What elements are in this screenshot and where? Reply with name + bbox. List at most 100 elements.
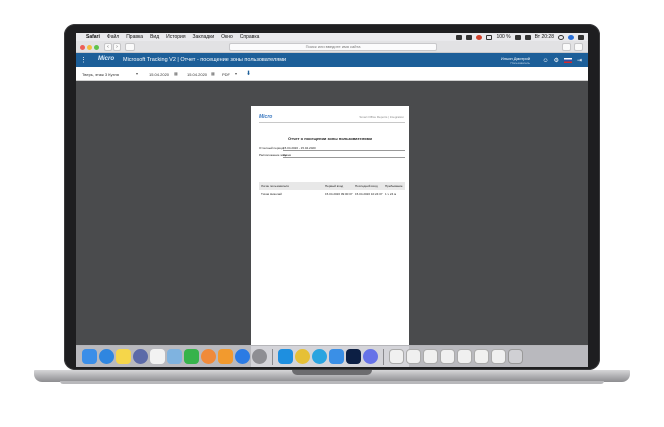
window-icon[interactable] [389,349,404,364]
user-role: Пользователь [510,61,530,65]
menubar-clock[interactable]: Вт 20:28 [535,34,554,40]
sidebar-toggle-button[interactable] [125,43,135,51]
input-source-icon[interactable] [524,34,531,40]
settings-icon[interactable] [252,349,267,364]
trash-icon[interactable] [508,349,523,364]
menu-bookmarks[interactable]: Закладки [193,34,215,40]
address-bar[interactable]: Поиск или введите имя сайта [229,43,437,51]
report-tag: Smart Office Reports | Integration [359,115,404,119]
laptop-notch [292,370,372,375]
tabs-button[interactable] [574,43,583,51]
photos-icon[interactable] [201,349,216,364]
window-icon[interactable] [491,349,506,364]
photoshop-icon[interactable] [346,349,361,364]
zone-select[interactable]: Тверь, этаж 3 Кухня [82,72,119,77]
format-select[interactable]: PDF [222,72,230,77]
calendar-icon[interactable] [150,349,165,364]
pages-icon[interactable] [218,349,233,364]
language-flag-icon[interactable] [563,58,572,63]
siri-icon[interactable] [568,34,574,40]
safari-icon[interactable] [99,349,114,364]
window-icon[interactable] [423,349,438,364]
facetime-icon[interactable] [184,349,199,364]
laptop: Safari Файл Правка Вид История Закладки … [0,0,664,427]
avatar[interactable]: ☺ [542,58,548,64]
screen: Safari Файл Правка Вид История Закладки … [76,33,588,367]
battery-percent: 100 % [496,34,511,40]
back-button[interactable]: ‹ [104,43,112,51]
menu-history[interactable]: История [166,34,185,40]
column-header: Первый вход [325,184,344,188]
header-actions: ☺ ⚙ ⇥ [542,57,582,65]
notification-center-icon[interactable] [578,34,584,40]
column-header: Логин пользователя [261,184,289,188]
menu-edit[interactable]: Правка [126,34,143,40]
cell-last-entry: 15.04.2020 10:24:07 [355,192,383,196]
status-icon[interactable] [456,34,463,40]
report-table: Логин пользователя Первый вход Последний… [259,182,405,198]
menu-view[interactable]: Вид [150,34,159,40]
status-icon[interactable] [476,34,483,40]
window-icon[interactable] [457,349,472,364]
launchpad-icon[interactable] [133,349,148,364]
wifi-icon[interactable] [486,34,493,40]
finder-icon[interactable] [82,349,97,364]
cell-login: Тихов Николай [261,192,282,196]
period-label: Отчетный период [259,146,284,150]
zone-value: Кухня [283,153,405,158]
chevron-down-icon[interactable]: ▾ [235,71,237,76]
gear-icon[interactable]: ⚙ [554,57,559,64]
status-icon[interactable] [466,34,473,40]
calendar-icon[interactable]: ▦ [174,71,178,76]
logout-icon[interactable]: ⇥ [577,57,582,64]
report-page: Micro Smart Office Reports | Integration… [251,106,409,367]
menu-icon[interactable]: ⋮ [80,56,87,64]
divider [259,122,405,123]
appstore-icon[interactable] [235,349,250,364]
chrome-icon[interactable] [295,349,310,364]
skype-icon[interactable] [278,349,293,364]
cell-stay: 1 ч 24 м [385,192,397,196]
mac-menubar: Safari Файл Правка Вид История Закладки … [76,33,588,41]
forward-button[interactable]: › [113,43,121,51]
window-icon[interactable] [474,349,489,364]
chevron-down-icon[interactable]: ▾ [136,71,138,76]
spotlight-icon[interactable] [558,34,564,40]
cell-first-entry: 15.04.2020 09:00:07 [325,192,353,196]
column-header: Пребывание [385,184,403,188]
table-row: Тихов Николай 15.04.2020 09:00:07 15.04.… [259,190,405,198]
app-header: ⋮ Micro Microsoft Tracking V2 | Отчет - … [76,53,588,67]
user-info[interactable]: Ильин Дмитрий Пользователь [501,56,530,65]
filter-bar: Тверь, этаж 3 Кухня ▾ 15.04.2020 ▦ 15.04… [76,67,588,81]
menu-app[interactable]: Safari [86,34,100,40]
menu-file[interactable]: Файл [107,34,119,40]
menu-window[interactable]: Окно [221,34,233,40]
date-to-input[interactable]: 15.04.2020 [187,72,207,77]
close-window-button[interactable] [80,44,85,50]
discord-icon[interactable] [363,349,378,364]
app-logo[interactable]: Micro [98,56,114,62]
keynote-icon[interactable] [329,349,344,364]
menu-help[interactable]: Справка [240,34,260,40]
column-header: Последний вход [355,184,378,188]
dock-divider [272,348,273,365]
download-icon[interactable]: ⬇ [246,70,251,77]
telegram-icon[interactable] [312,349,327,364]
date-from-input[interactable]: 15.04.2020 [149,72,169,77]
page-title: Microsoft Tracking V2 | Отчет - посещени… [123,57,287,63]
table-header: Логин пользователя Первый вход Последний… [259,182,405,190]
window-icon[interactable] [440,349,455,364]
browser-toolbar: ‹ › Поиск или введите имя сайта [76,41,588,53]
dock [76,345,588,367]
minimize-window-button[interactable] [87,44,92,50]
notes-icon[interactable] [116,349,131,364]
share-button[interactable] [562,43,571,51]
preview-icon[interactable] [167,349,182,364]
battery-icon[interactable] [514,34,521,40]
zoom-window-button[interactable] [94,44,99,50]
calendar-icon[interactable]: ▦ [211,71,215,76]
report-title: Отчет о посещении зоны пользователями [288,136,372,141]
report-logo: Micro [259,114,273,120]
window-icon[interactable] [406,349,421,364]
laptop-foot [60,381,604,384]
